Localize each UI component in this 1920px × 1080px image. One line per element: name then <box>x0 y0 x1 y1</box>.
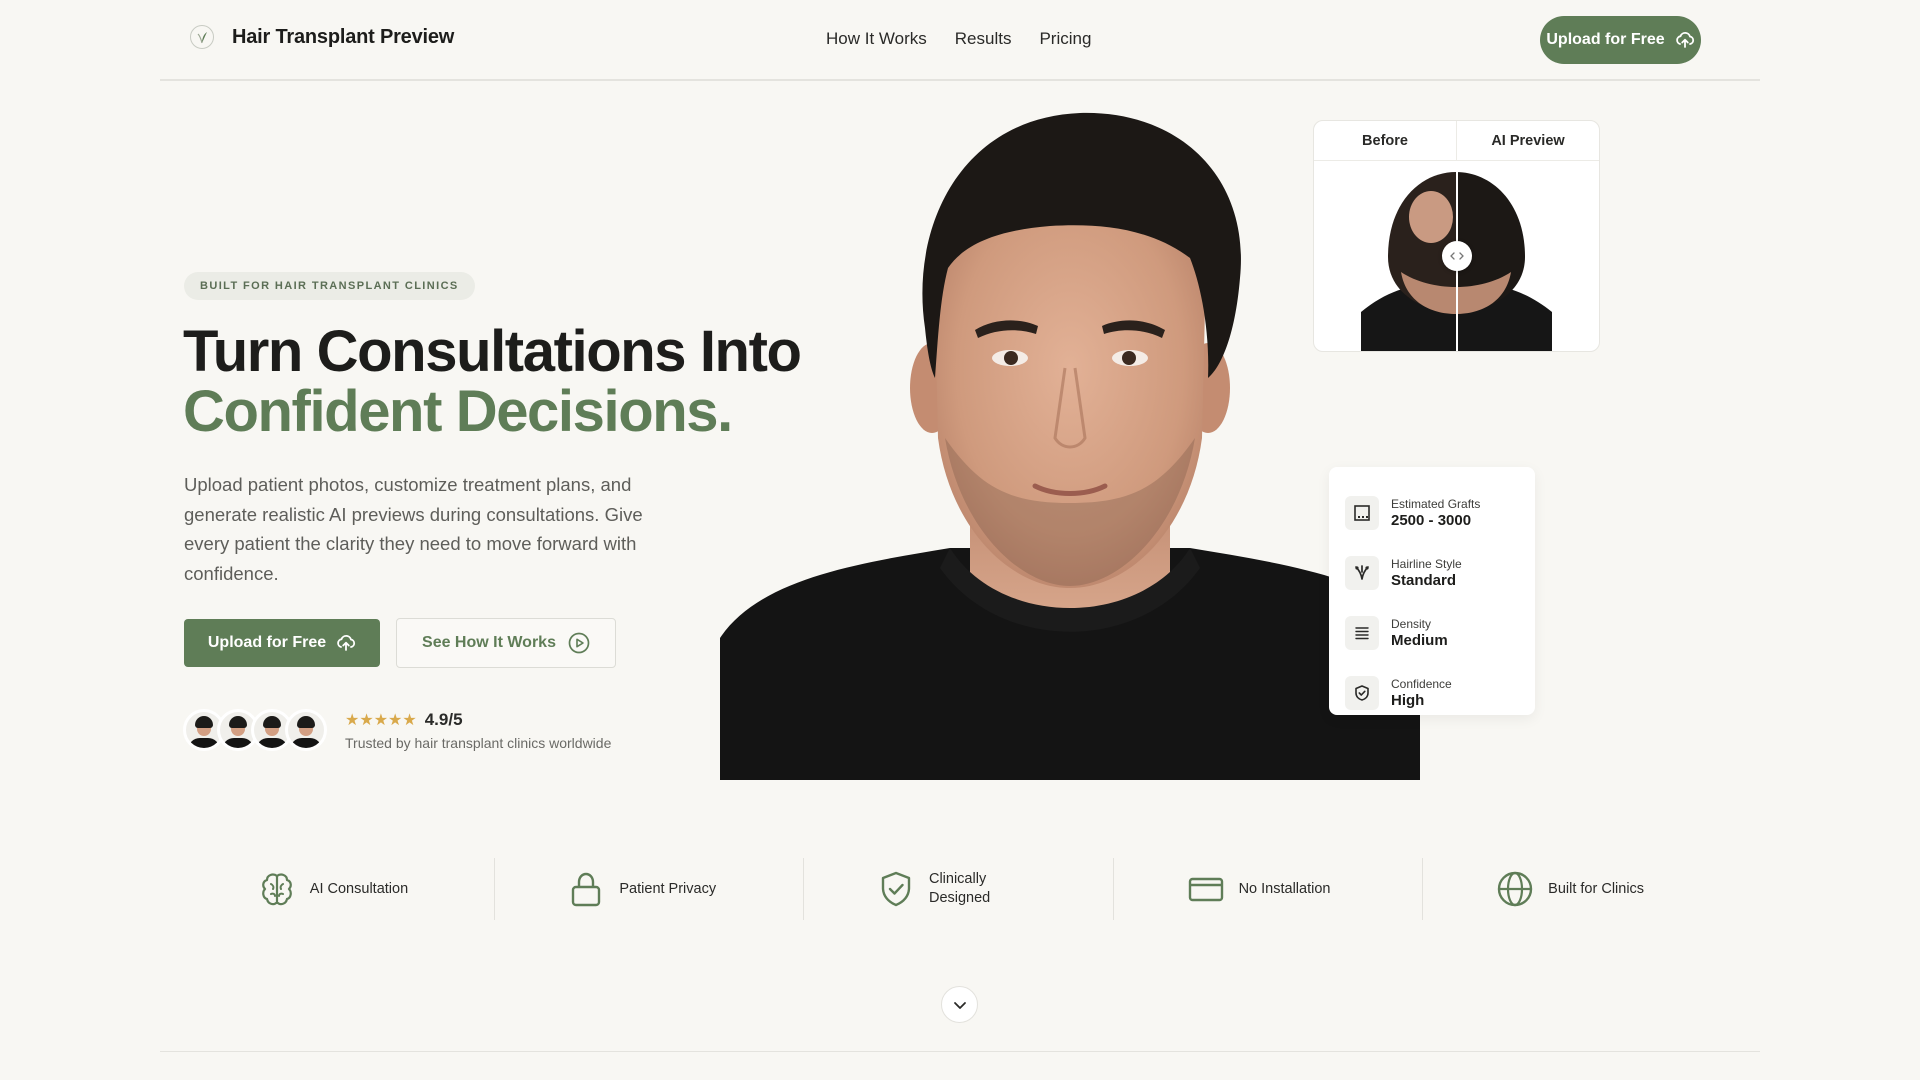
feature-label: AI Consultation <box>309 880 409 897</box>
cloud-upload-icon <box>1675 32 1694 48</box>
feature-clinically-designed: Clinically Designed <box>803 858 1113 920</box>
top-nav: Hair Transplant Preview How It Works Res… <box>160 0 1760 81</box>
rating-row: ★★★★★ 4.9/5 <box>345 710 611 730</box>
globe-icon <box>1497 871 1533 907</box>
hero-description: Upload patient photos, customize treatme… <box>184 474 643 584</box>
feature-built-for-clinics: Built for Clinics <box>1422 858 1732 920</box>
feature-label: Built for Clinics <box>1548 880 1645 897</box>
grafts-icon <box>1345 496 1379 530</box>
feature-label: Clinically Designed <box>928 871 991 906</box>
headline-line-1: Turn Consultations Into <box>183 319 802 384</box>
treatment-stats-card: Estimated Grafts 2500 - 3000 Hairline St… <box>1329 467 1535 715</box>
before-after-header: Before AI Preview <box>1314 121 1599 161</box>
trust-row: ★★★★★ 4.9/5 Trusted by hair transplant c… <box>183 709 611 751</box>
comparison-slider-handle[interactable] <box>1442 241 1472 271</box>
avatar <box>285 709 327 751</box>
brain-icon <box>261 873 292 906</box>
nav-links: How It Works Results Pricing <box>826 29 1091 49</box>
nav-upload-button[interactable]: Upload for Free <box>1540 16 1701 64</box>
trust-subtitle: Trusted by hair transplant clinics world… <box>345 734 612 751</box>
lock-icon <box>572 872 601 907</box>
stat-density: Density Medium <box>1345 603 1535 663</box>
section-divider <box>160 1051 1760 1052</box>
hero-headline: Turn Consultations Into Confident Decisi… <box>183 319 802 444</box>
cloud-upload-icon <box>337 635 356 651</box>
slider-arrows-icon <box>1450 252 1464 260</box>
rating-value: 4.9/5 <box>424 709 463 729</box>
hero-badge: BUILT FOR HAIR TRANSPLANT CLINICS <box>184 272 475 300</box>
feature-no-installation: No Installation <box>1112 858 1423 920</box>
star-rating-icon: ★★★★★ <box>345 711 417 729</box>
nav-upload-label: Upload for Free <box>1546 31 1665 48</box>
chevron-down-icon <box>953 1001 966 1009</box>
brand-name: Hair Transplant Preview <box>232 25 455 48</box>
headline-line-2: Confident Decisions. <box>183 379 733 444</box>
feature-ai-consultation: AI Consultation <box>184 858 494 920</box>
nav-link-pricing[interactable]: Pricing <box>1039 29 1091 49</box>
trust-text: ★★★★★ 4.9/5 Trusted by hair transplant c… <box>345 710 611 751</box>
stat-hairline-style: Hairline Style Standard <box>1345 543 1535 603</box>
avatar-group <box>183 709 327 751</box>
density-icon <box>1345 616 1379 650</box>
card-icon <box>1188 877 1223 902</box>
leaf-logo-icon <box>190 25 214 49</box>
shield-check-icon <box>1345 676 1379 710</box>
brand[interactable]: Hair Transplant Preview <box>190 25 454 49</box>
stat-value: Medium <box>1391 632 1448 649</box>
stat-confidence: Confidence High <box>1345 663 1535 723</box>
tab-ai-preview[interactable]: AI Preview <box>1456 121 1599 160</box>
scroll-down-button[interactable] <box>941 986 978 1023</box>
feature-label: No Installation <box>1238 880 1331 897</box>
stat-value: 2500 - 3000 <box>1391 512 1472 529</box>
stat-label: Density <box>1391 617 1432 631</box>
before-after-card: Before AI Preview <box>1313 120 1600 352</box>
tab-before[interactable]: Before <box>1314 121 1456 160</box>
stat-label: Estimated Grafts <box>1391 497 1481 511</box>
feature-strip: AI Consultation Patient Privacy Clinical… <box>184 858 1732 920</box>
play-circle-icon <box>568 632 590 654</box>
stat-value: High <box>1391 692 1425 709</box>
stat-label: Hairline Style <box>1391 557 1462 571</box>
stat-value: Standard <box>1391 572 1457 589</box>
hero-upload-button[interactable]: Upload for Free <box>184 619 380 667</box>
see-how-it-works-label: See How It Works <box>422 634 556 651</box>
see-how-it-works-button[interactable]: See How It Works <box>396 618 616 668</box>
stat-label: Confidence <box>1391 677 1452 691</box>
feature-label: Patient Privacy <box>619 880 717 897</box>
hairline-icon <box>1345 556 1379 590</box>
feature-patient-privacy: Patient Privacy <box>493 858 804 920</box>
shield-check-icon <box>881 871 911 907</box>
nav-link-results[interactable]: Results <box>955 29 1012 49</box>
stat-estimated-grafts: Estimated Grafts 2500 - 3000 <box>1345 483 1535 543</box>
nav-link-how-it-works[interactable]: How It Works <box>826 29 927 49</box>
hero-upload-label: Upload for Free <box>207 634 327 651</box>
